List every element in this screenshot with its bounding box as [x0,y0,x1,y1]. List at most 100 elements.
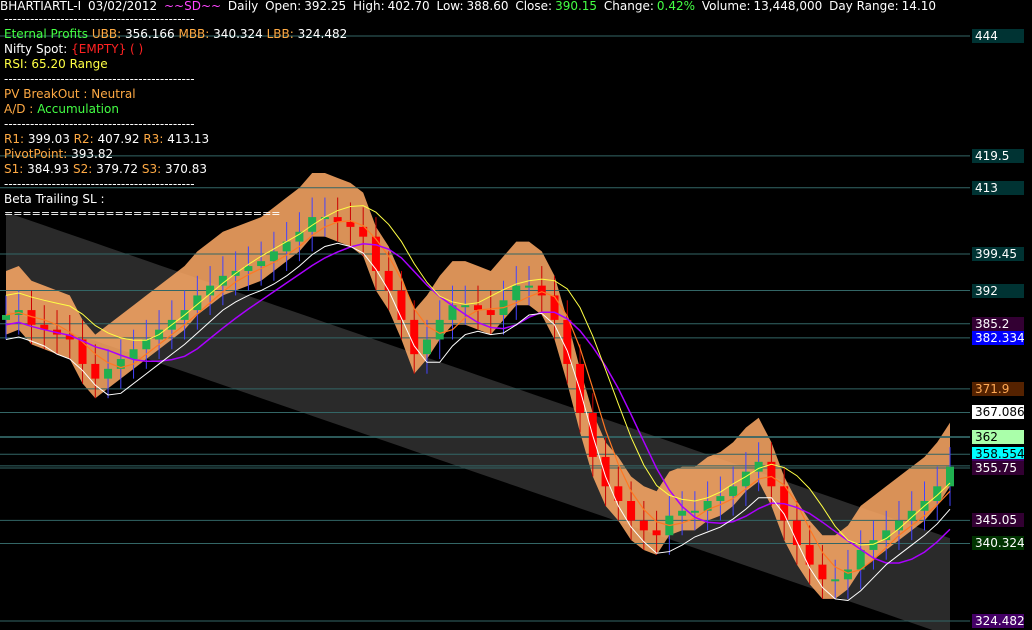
candle-body [563,319,572,364]
candle-body [576,363,585,413]
candle-body [831,579,840,582]
price-badge: 371.9 [972,381,1024,396]
price-badge: 362 [972,430,1024,445]
candle-body [933,486,942,501]
open-label: Open: [265,0,302,13]
price-badge: 419.5 [972,148,1024,163]
low-label: Low: [436,0,464,13]
candle-body [512,285,521,301]
pv-value: Neutral [91,87,136,101]
candle-body [193,295,202,311]
price-badge: 392 [972,283,1024,298]
ad-value: Accumulation [37,102,119,116]
separator: ----------------------------------------… [4,177,195,191]
s2-value: 379.72 [96,162,139,176]
candle-body [550,295,559,320]
candle-body [384,270,393,291]
mbb-value: 340.324 [213,27,263,41]
candle-body [729,486,738,497]
nifty-label: Nifty Spot: [4,42,68,56]
price-badge: 413 [972,180,1024,195]
mbb-label: MBB: [178,27,210,41]
high-label: High: [353,0,385,13]
rsi-state: Range [69,57,108,71]
ad-label: A/D : [4,102,34,116]
s1-value: 384.93 [27,162,70,176]
candle-body [257,261,266,267]
beta-label: Beta Trailing SL : [4,192,105,206]
candle-body [461,305,470,308]
price-badge: 355.75 [972,460,1024,475]
range-label: Day Range: [829,0,899,13]
pv-label: PV BreakOut : [4,87,88,101]
price-badge: 385.2 [972,316,1024,331]
candle-body [422,339,431,355]
lbb-label: LBB: [266,27,294,41]
s3-value: 370.83 [165,162,208,176]
candle-body [818,564,827,580]
nifty-line: Nifty Spot: {EMPTY} ( ) [4,42,143,57]
candle-body [129,349,138,360]
separator: ----------------------------------------… [4,72,195,86]
r1-label: R1: [4,132,25,146]
candle-body [346,221,355,227]
eternal-line: Eternal Profits UBB: 356.166 MBB: 340.32… [4,27,347,42]
resistance-line: R1: 399.03 R2: 407.92 R3: 413.13 [4,132,209,147]
open-value: 392.25 [304,0,347,13]
rsi-line: RSI: 65.20 Range [4,57,108,72]
support-line: S1: 384.93 S2: 379.72 S3: 370.83 [4,162,207,177]
price-badge: 367.086 [972,405,1025,420]
price-badge: 382.334 [972,330,1025,345]
candle-body [639,520,648,531]
ad-line: A/D : Accumulation [4,102,119,117]
nifty-value: {EMPTY} ( ) [71,42,144,56]
candle-body [397,290,406,320]
r3-label: R3: [143,132,164,146]
candle-body [869,540,878,550]
price-badge: 399.45 [972,247,1024,262]
candle-body [843,569,852,580]
range-value: 14.10 [901,0,937,13]
price-badge: 345.05 [972,513,1024,528]
candle-body [308,217,317,232]
ubb-label: UBB: [91,27,122,41]
rsi-label: RSI: [4,57,28,71]
candle-body [295,231,304,242]
beta-line: Beta Trailing SL : [4,192,105,207]
separator: ============================== [4,207,281,220]
candle-body [269,251,278,262]
volume-value: 13,448,000 [753,0,823,13]
pivot-line: PivotPoint: 393.82 [4,147,113,162]
r3-value: 413.13 [167,132,210,146]
low-value: 388.60 [466,0,509,13]
candle-body [91,363,100,379]
period: Daily [227,0,259,13]
pivot-value: 393.82 [71,147,114,161]
candle-body [537,285,546,296]
candle-body [142,339,151,350]
r2-value: 407.92 [97,132,140,146]
price-badge: 444 [972,29,1024,43]
candle-body [678,510,687,516]
candle-body [78,339,87,364]
close-value: 390.15 [555,0,598,13]
candle-body [741,471,750,487]
separator: ----------------------------------------… [4,12,195,26]
separator: ----------------------------------------… [4,117,195,131]
eternal-label: Eternal Profits [4,27,89,41]
high-value: 402.70 [387,0,430,13]
r1-value: 399.03 [27,132,70,146]
s3-label: S3: [141,162,162,176]
candle-body [716,496,725,501]
candle-body [652,530,661,536]
price-chart [0,35,970,630]
candle-body [486,310,495,315]
price-badge: 324.482 [972,614,1025,628]
pivot-label: PivotPoint: [4,147,68,161]
change-label: Change: [603,0,654,13]
candle-body [627,500,636,521]
pv-line: PV BreakOut : Neutral [4,87,136,102]
change-value: 0.42% [656,0,696,13]
price-badge: 340.324 [972,536,1025,551]
volume-label: Volume: [701,0,751,13]
